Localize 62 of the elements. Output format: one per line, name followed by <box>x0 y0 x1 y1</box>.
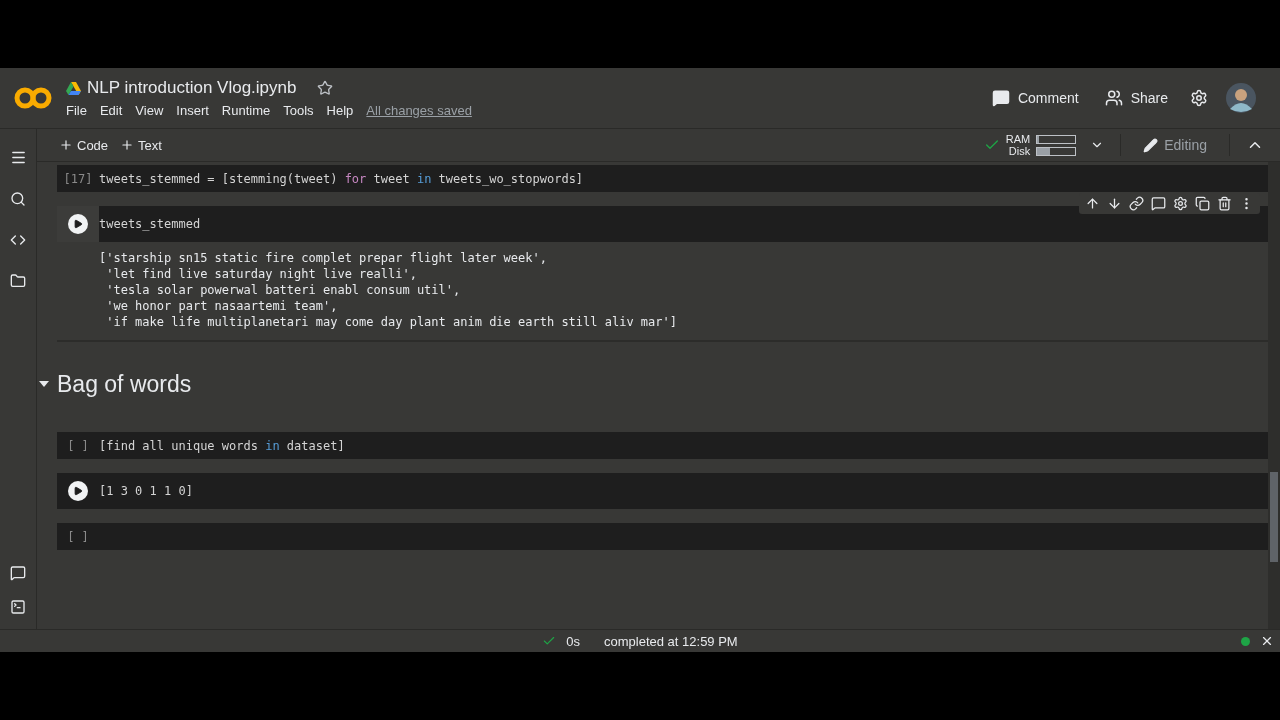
code-line: tweets_stemmed <box>99 217 201 231</box>
pencil-icon <box>1143 137 1159 153</box>
link-icon[interactable] <box>1129 196 1144 211</box>
table-of-contents-icon[interactable] <box>9 149 27 166</box>
play-icon <box>73 486 83 496</box>
comment-icon <box>991 89 1010 107</box>
add-cell-button[interactable]: Text <box>114 133 168 157</box>
output-line: 'we honor part nasaartemi team', <box>105 298 339 314</box>
run-button[interactable] <box>68 481 88 501</box>
star-icon[interactable] <box>316 80 333 96</box>
menu-item[interactable]: Help <box>326 103 354 118</box>
code-line: [find all unique words in dataset] <box>99 438 345 453</box>
notebook-title[interactable]: NLP introduction Vlog.ipynb <box>87 78 297 98</box>
resource-meter[interactable] <box>1036 134 1077 156</box>
execution-time: 0s <box>566 633 580 649</box>
run-button[interactable] <box>68 214 88 234</box>
status-message: completed at 12:59 PM <box>604 633 738 649</box>
output-line: 'tesla solar powerwal batteri enabl consum util', <box>105 282 462 298</box>
snippets-icon[interactable] <box>10 565 26 581</box>
execution-count: [ ] <box>67 529 89 544</box>
copy-icon[interactable] <box>1195 196 1210 211</box>
menu-item[interactable]: Tools <box>283 103 314 118</box>
folder-icon[interactable] <box>10 273 26 289</box>
share-button[interactable]: Share <box>1100 85 1172 111</box>
execution-count: [17] <box>63 171 93 186</box>
close-icon[interactable] <box>1260 634 1274 648</box>
terminal-icon[interactable] <box>10 599 26 615</box>
plus-icon <box>120 138 135 152</box>
people-icon <box>1104 89 1123 107</box>
menu-item[interactable]: Runtime <box>221 103 271 118</box>
delete-icon[interactable] <box>1217 196 1232 211</box>
logo-icon <box>13 86 53 110</box>
output-line: ['starship sn15 static fire complet prepar flight later week', <box>99 250 548 266</box>
code-line: tweets_stemmed = [stemming(tweet) for tweet in tweets_wo_stopwords] <box>99 171 584 186</box>
search-icon[interactable] <box>10 191 26 207</box>
resource-label: RAM <box>1005 133 1031 145</box>
plus-icon <box>59 138 73 152</box>
settings-icon[interactable] <box>1173 196 1188 211</box>
code-icon[interactable] <box>10 232 26 248</box>
editing-mode-button[interactable]: Editing <box>1137 136 1213 154</box>
save-status-link[interactable]: All changes saved <box>366 103 472 118</box>
settings-icon[interactable] <box>1190 89 1208 107</box>
section-heading: Bag of words <box>57 370 192 398</box>
move-up-icon[interactable] <box>1085 196 1100 211</box>
comment-button[interactable]: Comment <box>987 85 1083 111</box>
comment-icon[interactable] <box>1151 196 1166 211</box>
menu-item[interactable]: Edit <box>99 103 123 118</box>
add-cell-button[interactable]: Code <box>53 133 115 157</box>
caret-icon[interactable] <box>39 381 49 387</box>
avatar[interactable] <box>1226 83 1256 113</box>
drive-icon <box>66 81 81 95</box>
menu-item[interactable]: View <box>135 103 164 118</box>
output-line: 'if make life multiplanetari may come day plant anim die earth still aliv mar'] <box>105 314 678 330</box>
scrollbar-thumb[interactable] <box>1270 472 1278 562</box>
output-line: 'let find live saturday night live realli', <box>105 266 418 282</box>
move-down-icon[interactable] <box>1107 196 1122 211</box>
play-icon <box>73 219 83 229</box>
menu-item[interactable]: Insert <box>176 103 209 118</box>
execution-count: [ ] <box>67 438 89 453</box>
resource-label: Disk <box>1008 145 1031 157</box>
code-line: [1 3 0 1 1 0] <box>99 484 193 498</box>
menu-item[interactable]: File <box>66 103 87 118</box>
